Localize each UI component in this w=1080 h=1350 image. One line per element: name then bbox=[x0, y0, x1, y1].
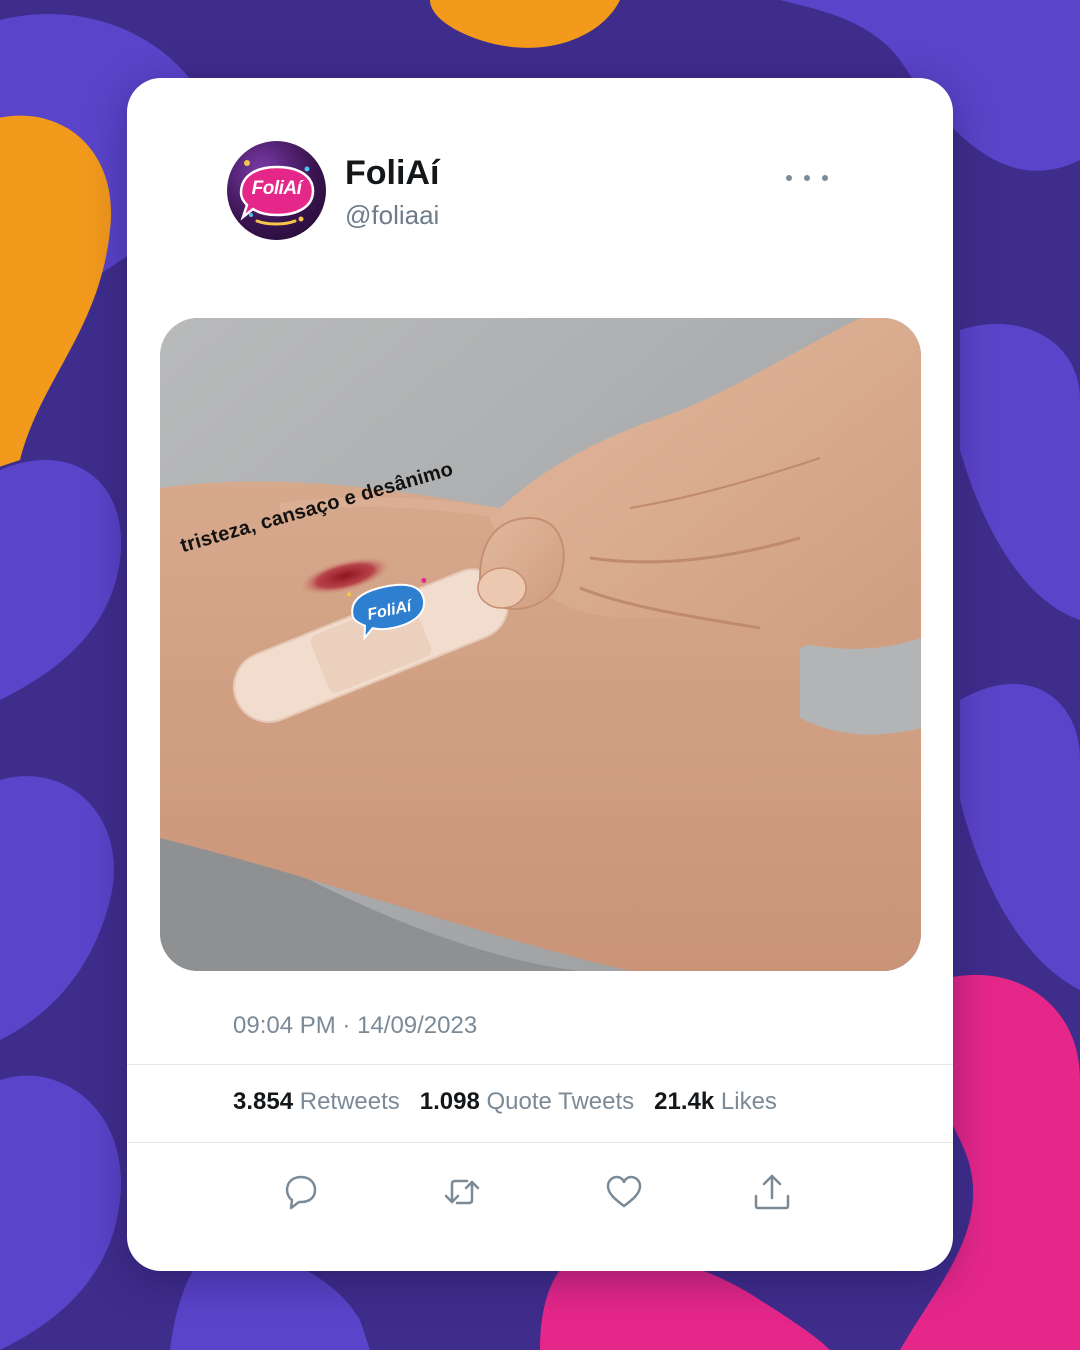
share-icon bbox=[754, 1174, 790, 1210]
retweets-stat[interactable]: 3.854 Retweets bbox=[233, 1088, 400, 1116]
divider bbox=[127, 1064, 953, 1065]
quote-tweets-stat[interactable]: 1.098 Quote Tweets bbox=[420, 1088, 634, 1116]
display-name[interactable]: FoliAí bbox=[345, 154, 439, 193]
reply-button[interactable] bbox=[279, 1170, 323, 1214]
user-handle[interactable]: @foliaai bbox=[345, 200, 439, 231]
like-button[interactable] bbox=[602, 1170, 646, 1214]
more-icon bbox=[786, 175, 828, 181]
arm-bandage-photo: FoliAí bbox=[160, 318, 921, 971]
retweets-label: Retweets bbox=[299, 1088, 400, 1115]
reply-icon bbox=[285, 1175, 317, 1210]
tweet-timestamp[interactable]: 09:04 PM · 14/09/2023 bbox=[233, 1012, 477, 1040]
tweet-card: FoliAí FoliAí @foliaai FoliAí tristeza, … bbox=[127, 78, 953, 1271]
divider bbox=[127, 1142, 953, 1143]
retweets-count: 3.854 bbox=[233, 1088, 294, 1115]
likes-label: Likes bbox=[720, 1088, 777, 1115]
timestamp-separator: · bbox=[342, 1012, 351, 1039]
likes-count: 21.4k bbox=[654, 1088, 715, 1115]
avatar[interactable]: FoliAí bbox=[227, 141, 326, 240]
quote-tweets-count: 1.098 bbox=[419, 1088, 480, 1115]
more-options-button[interactable] bbox=[779, 160, 835, 196]
retweet-button[interactable] bbox=[440, 1170, 484, 1214]
tweet-date: 14/09/2023 bbox=[357, 1012, 478, 1039]
share-button[interactable] bbox=[750, 1170, 794, 1214]
tweet-image[interactable]: FoliAí tristeza, cansaço e desânimo bbox=[160, 318, 921, 971]
tweet-actions bbox=[127, 1170, 953, 1214]
like-icon bbox=[606, 1175, 642, 1208]
avatar-logo-text: FoliAí bbox=[251, 178, 302, 199]
likes-stat[interactable]: 21.4k Likes bbox=[654, 1088, 777, 1116]
retweet-icon bbox=[444, 1179, 480, 1205]
quote-tweets-label: Quote Tweets bbox=[486, 1088, 635, 1115]
tweet-stats: 3.854 Retweets 1.098 Quote Tweets 21.4k … bbox=[233, 1088, 777, 1116]
tweet-time: 09:04 PM bbox=[233, 1012, 336, 1039]
